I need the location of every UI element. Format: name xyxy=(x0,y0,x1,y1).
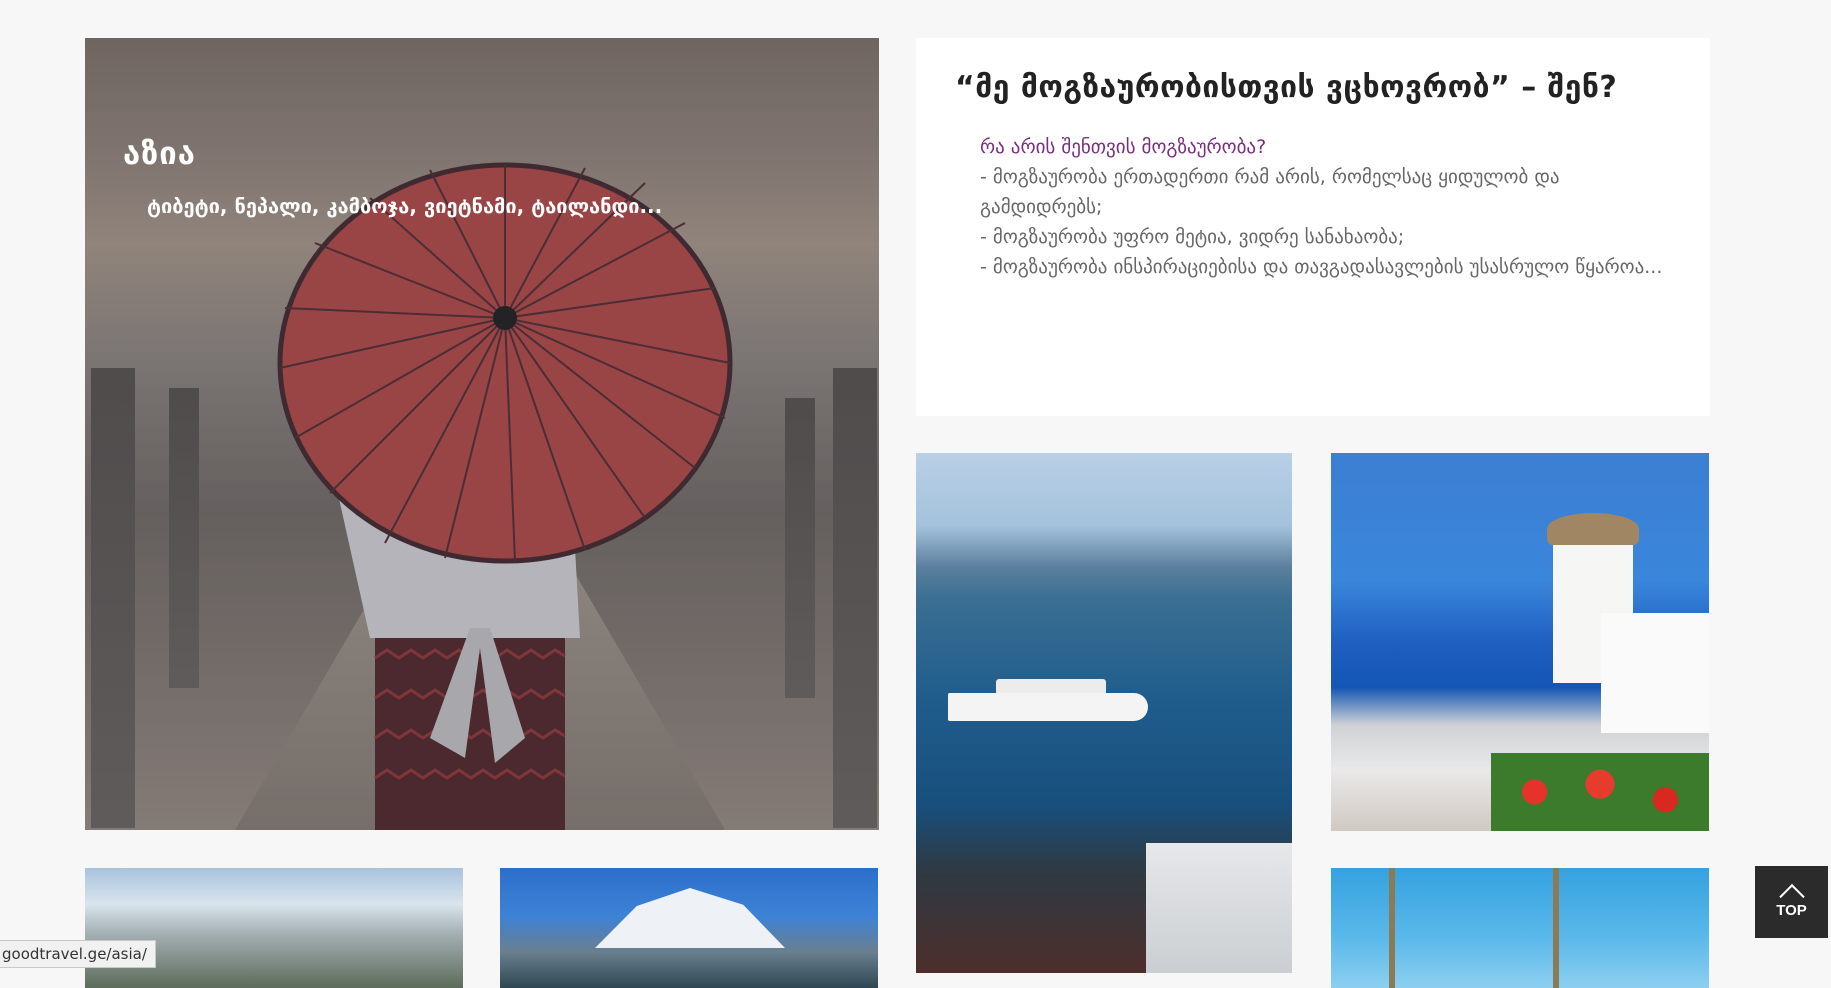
mountain-sunrise-image[interactable] xyxy=(85,868,463,988)
quote-line: - მოგზაურობა უფრო მეტია, ვიდრე სანახაობა… xyxy=(980,226,1405,248)
quote-line: - მოგზაურობა ერთადერთი რამ არის, რომელსა… xyxy=(980,166,1560,218)
quote-question: რა არის შენთვის მოგზაურობა? xyxy=(980,136,1267,158)
asia-title[interactable]: აზია xyxy=(123,136,196,172)
windmill-roof xyxy=(1547,513,1639,545)
status-bar-url: goodtravel.ge/asia/ xyxy=(0,940,156,968)
flower-bed xyxy=(1491,753,1709,831)
cruise-ship xyxy=(948,693,1148,721)
santorini-windmill-image[interactable] xyxy=(1331,453,1709,831)
asia-destination-card[interactable]: აზია ტიბეტი, ნეპალი, კამბოჯა, ვიეტნამი, … xyxy=(85,38,879,830)
travel-quote-card: “მე მოგზაურობისთვის ვცხოვრობ” – შენ? რა … xyxy=(916,38,1710,416)
quote-heading: “მე მოგზაურობისთვის ვცხოვრობ” – შენ? xyxy=(955,70,1618,105)
balcony-railing xyxy=(1146,843,1292,973)
snow-peak xyxy=(595,888,785,948)
asia-countries: ტიბეტი, ნეპალი, კამბოჯა, ვიეტნამი, ტაილა… xyxy=(147,194,663,218)
palm-beach-image[interactable] xyxy=(1331,868,1709,988)
white-house xyxy=(1601,613,1709,733)
quote-body: რა არის შენთვის მოგზაურობა? - მოგზაურობა… xyxy=(980,132,1670,282)
quote-line: - მოგზაურობა ინსპირაციებისა და თავგადასა… xyxy=(980,256,1663,278)
santorini-cruise-image[interactable] xyxy=(916,453,1292,973)
image-overlay xyxy=(85,38,879,830)
back-to-top-button[interactable]: TOP xyxy=(1755,866,1828,938)
kilimanjaro-image[interactable] xyxy=(500,868,878,988)
palm-trunk xyxy=(1389,868,1395,988)
palm-trunk xyxy=(1553,868,1559,988)
